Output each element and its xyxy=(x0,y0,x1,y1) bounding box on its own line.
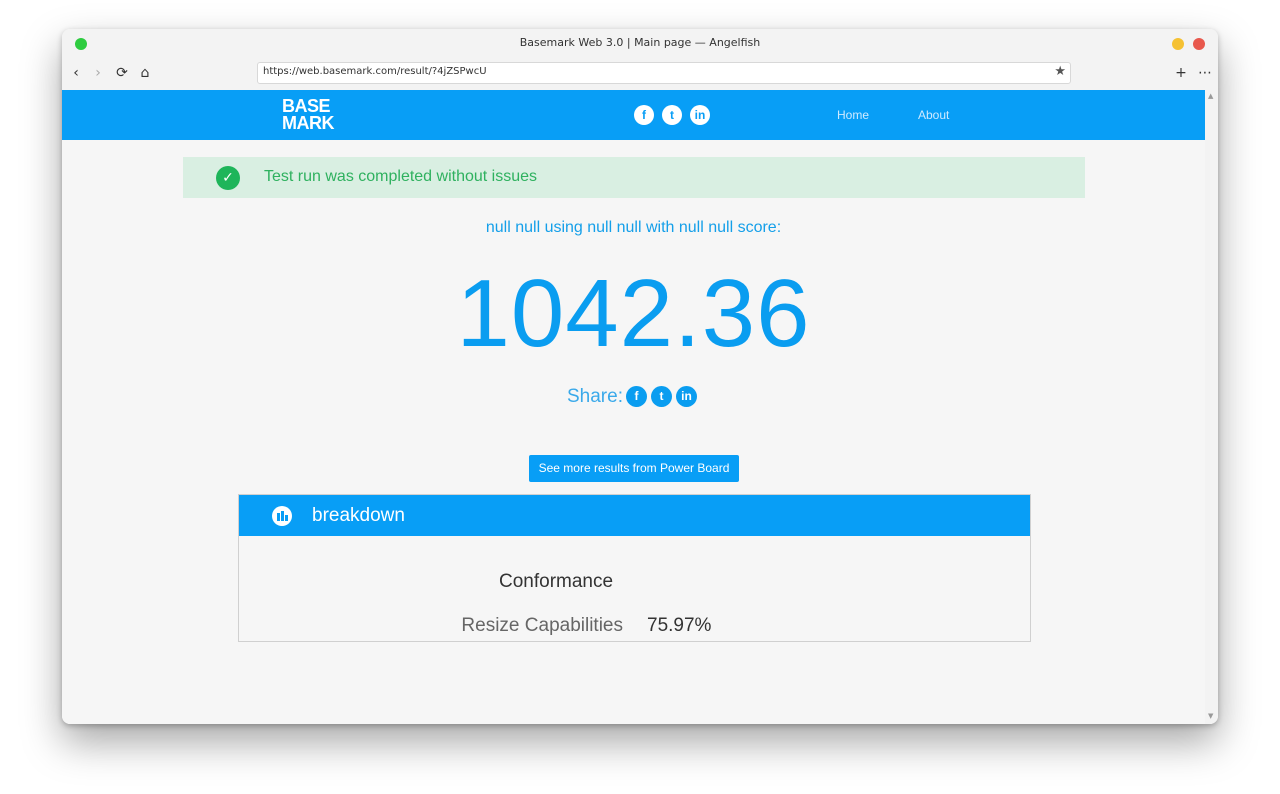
site-header: BASE MARK f t in Home About xyxy=(62,90,1205,140)
url-text[interactable]: https://web.basemark.com/result/?4jZSPwc… xyxy=(263,66,487,77)
window-minimize-dot[interactable] xyxy=(1172,38,1184,50)
basemark-logo[interactable]: BASE MARK xyxy=(282,97,335,133)
breakdown-section-title: Conformance xyxy=(499,571,614,592)
scroll-down-icon[interactable]: ▼ xyxy=(1208,712,1213,720)
twitter-icon[interactable]: t xyxy=(662,105,682,125)
forward-icon[interactable]: › xyxy=(89,64,107,82)
browser-window: Basemark Web 3.0 | Main page — Angelfish… xyxy=(62,29,1218,724)
score-caption: null null using null null with null null… xyxy=(485,219,782,236)
share-facebook-icon[interactable]: f xyxy=(625,386,647,407)
home-icon[interactable]: ⌂ xyxy=(136,64,154,82)
window-title: Basemark Web 3.0 | Main page — Angelfish xyxy=(519,36,761,49)
vertical-scrollbar[interactable]: ▲ ▼ xyxy=(1205,90,1218,724)
power-board-button[interactable]: See more results from Power Board xyxy=(529,455,739,482)
scroll-up-icon[interactable]: ▲ xyxy=(1208,92,1213,100)
title-bar: Basemark Web 3.0 | Main page — Angelfish xyxy=(62,29,1218,57)
reload-icon[interactable]: ⟳ xyxy=(113,64,131,82)
facebook-icon[interactable]: f xyxy=(634,105,654,125)
share-label: Share: xyxy=(567,386,623,407)
bookmark-star-icon[interactable]: ★ xyxy=(1054,64,1066,79)
score-value: 1042.36 xyxy=(456,260,811,367)
browser-toolbar: ‹ › ⟳ ⌂ https://web.basemark.com/result/… xyxy=(62,57,1218,90)
share-twitter-icon[interactable]: t xyxy=(650,386,672,407)
logo-line2: MARK xyxy=(282,113,335,133)
web-page: BASE MARK f t in Home About ✓ Test run was… xyxy=(62,90,1205,724)
nav-about-link[interactable]: About xyxy=(918,108,949,122)
success-alert: ✓ Test run was completed without issues xyxy=(183,157,1085,198)
address-bar[interactable]: https://web.basemark.com/result/?4jZSPwc… xyxy=(257,62,1071,84)
breakdown-header[interactable]: breakdown xyxy=(239,495,1030,536)
menu-icon[interactable]: ⋯ xyxy=(1196,64,1214,82)
header-social-links: f t in xyxy=(634,105,718,125)
share-row: Share: f t in xyxy=(567,386,701,408)
window-close-dot[interactable] xyxy=(1193,38,1205,50)
alert-message: Test run was completed without issues xyxy=(264,168,538,185)
check-circle-icon: ✓ xyxy=(216,166,240,190)
breakdown-row-label: Resize Capabilities xyxy=(461,615,623,636)
back-icon[interactable]: ‹ xyxy=(67,64,85,82)
nav-home-link[interactable]: Home xyxy=(837,108,869,122)
share-linkedin-icon[interactable]: in xyxy=(675,386,697,407)
linkedin-icon[interactable]: in xyxy=(690,105,710,125)
breakdown-row-value: 75.97% xyxy=(647,615,712,636)
breakdown-panel: breakdown Conformance Resize Capabilitie… xyxy=(238,494,1031,642)
new-tab-icon[interactable]: + xyxy=(1172,64,1190,82)
breakdown-title: breakdown xyxy=(312,505,405,526)
bar-chart-icon xyxy=(272,506,292,526)
